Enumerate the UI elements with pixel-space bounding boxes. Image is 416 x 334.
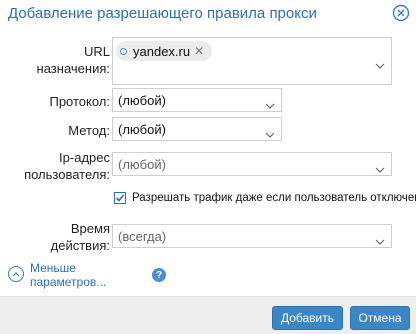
method-select[interactable]: (любой) [112, 117, 282, 141]
time-placeholder: (всегда) [118, 229, 167, 244]
allow-when-disabled-row[interactable]: Разрешать трафик даже если пользователь … [114, 192, 416, 204]
help-icon[interactable]: ? [152, 268, 166, 282]
proxy-rule-dialog: Добавление разрешающего правила прокси U… [0, 0, 416, 334]
tag-dot-icon [120, 47, 127, 55]
user-ip-placeholder: (любой) [118, 157, 166, 172]
chevron-down-icon [265, 125, 275, 143]
url-tag: yandex.ru ✕ [116, 41, 213, 61]
protocol-label: Протокол: [49, 94, 110, 109]
less-params-link[interactable]: Меньше параметров... [8, 261, 120, 289]
tag-remove-icon[interactable]: ✕ [194, 44, 204, 58]
less-params-label: Меньше параметров... [30, 261, 107, 289]
dialog-footer: Добавить Отмена [0, 296, 416, 334]
time-label: Время действия: [50, 221, 110, 253]
url-tag-text: yandex.ru [133, 43, 191, 59]
method-value: (любой) [118, 122, 166, 137]
protocol-select[interactable]: (любой) [112, 88, 282, 112]
user-ip-select[interactable]: (любой) [112, 152, 392, 176]
chevron-down-icon [375, 160, 385, 178]
url-tag-field[interactable]: yandex.ru ✕ [112, 37, 392, 85]
time-select[interactable]: (всегда) [112, 224, 392, 248]
method-label: Метод: [68, 123, 110, 138]
allow-when-disabled-label: Разрешать трафик даже если пользователь … [132, 192, 416, 204]
chevron-down-icon [265, 96, 275, 114]
user-ip-label: Ip-адрес пользователя: [24, 150, 110, 182]
cancel-button[interactable]: Отмена [350, 306, 410, 330]
add-button[interactable]: Добавить [272, 306, 343, 330]
allow-when-disabled-checkbox[interactable] [114, 192, 126, 204]
dialog-title: Добавление разрешающего правила прокси [8, 5, 317, 22]
chevron-down-icon[interactable] [375, 56, 385, 74]
close-icon[interactable] [392, 4, 410, 22]
chevron-up-circle-icon [8, 266, 24, 282]
protocol-value: (любой) [118, 93, 166, 108]
dialog-header: Добавление разрешающего правила прокси [0, 0, 416, 30]
url-label: URL назначения: [36, 44, 110, 76]
chevron-down-icon [375, 232, 385, 250]
